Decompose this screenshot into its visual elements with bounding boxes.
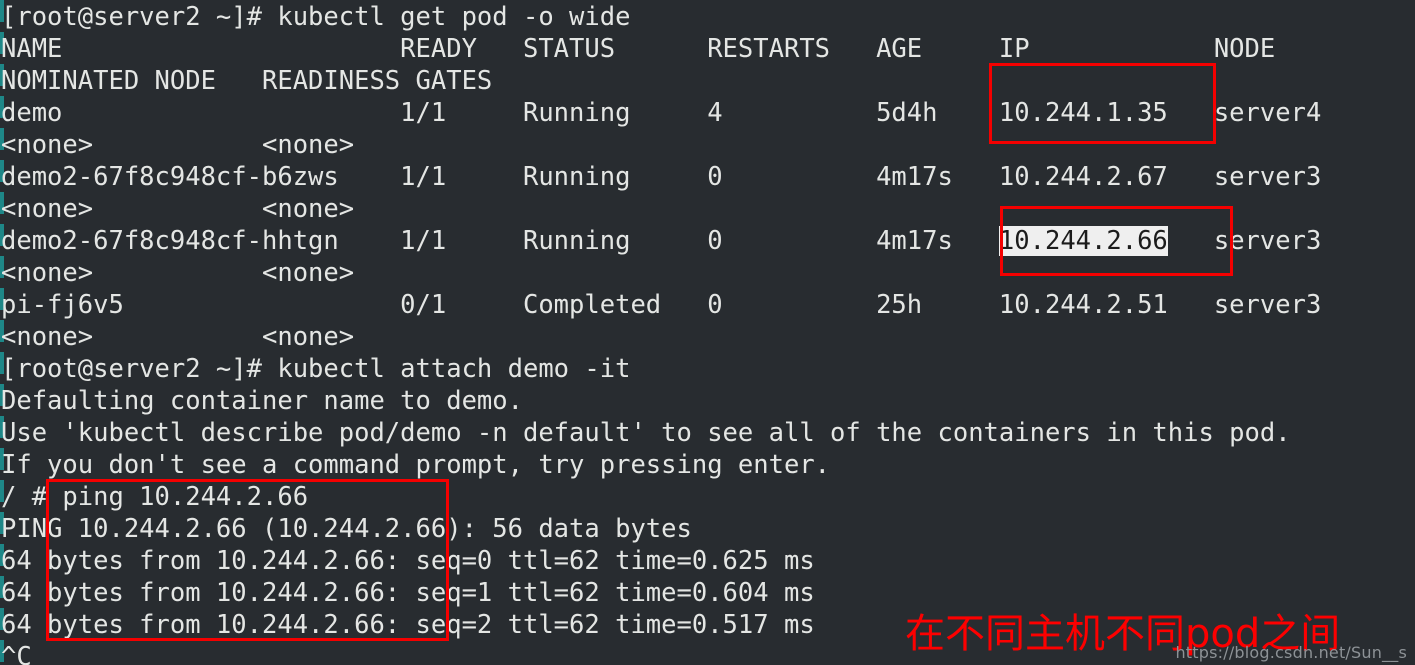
csdn-watermark: https://blog.csdn.net/Sun__s xyxy=(1175,643,1407,662)
terminal-line-prompt-hint: If you don't see a command prompt, try p… xyxy=(1,450,831,480)
terminal-line-defaulting-container: Defaulting container name to demo. xyxy=(1,386,523,416)
terminal-line-pod-demo2-b6zws-wrap: <none> <none> xyxy=(1,194,355,224)
terminal-line-table-header: NAME READY STATUS RESTARTS AGE IP NODE xyxy=(1,34,1276,64)
terminal-line-table-header-wrap: NOMINATED NODE READINESS GATES xyxy=(1,66,493,96)
terminal-line-pod-demo2-hhtgn-wrap: <none> <none> xyxy=(1,258,355,288)
terminal-screen[interactable]: [root@server2 ~]# kubectl get pod -o wid… xyxy=(0,0,1415,665)
terminal-line-command-ping: / # ping 10.244.2.66 xyxy=(1,482,309,512)
row-prefix-demo2-hhtgn: demo2-67f8c948cf-hhtgn 1/1 Running 0 4m1… xyxy=(1,226,999,256)
terminal-line-pod-demo-wrap: <none> <none> xyxy=(1,130,355,160)
terminal-line-command-get-pods: [root@server2 ~]# kubectl get pod -o wid… xyxy=(1,2,631,32)
terminal-line-pod-demo: demo 1/1 Running 4 5d4h 10.244.1.35 serv… xyxy=(1,98,1322,128)
terminal-line-describe-hint: Use 'kubectl describe pod/demo -n defaul… xyxy=(1,418,1291,448)
terminal-line-command-attach: [root@server2 ~]# kubectl attach demo -i… xyxy=(1,354,631,384)
selected-ip-text[interactable]: 10.244.2.66 xyxy=(998,226,1168,256)
terminal-line-pod-demo2-b6zws: demo2-67f8c948cf-b6zws 1/1 Running 0 4m1… xyxy=(1,162,1322,192)
row-suffix-demo2-hhtgn: server3 xyxy=(1167,226,1322,256)
terminal-line-pod-pi-fj6v5: pi-fj6v5 0/1 Completed 0 25h 10.244.2.51… xyxy=(1,290,1322,320)
terminal-line-pod-pi-fj6v5-wrap: <none> <none> xyxy=(1,322,355,352)
terminal-line-pod-demo2-hhtgn: demo2-67f8c948cf-hhtgn 1/1 Running 0 4m1… xyxy=(0,225,1415,257)
